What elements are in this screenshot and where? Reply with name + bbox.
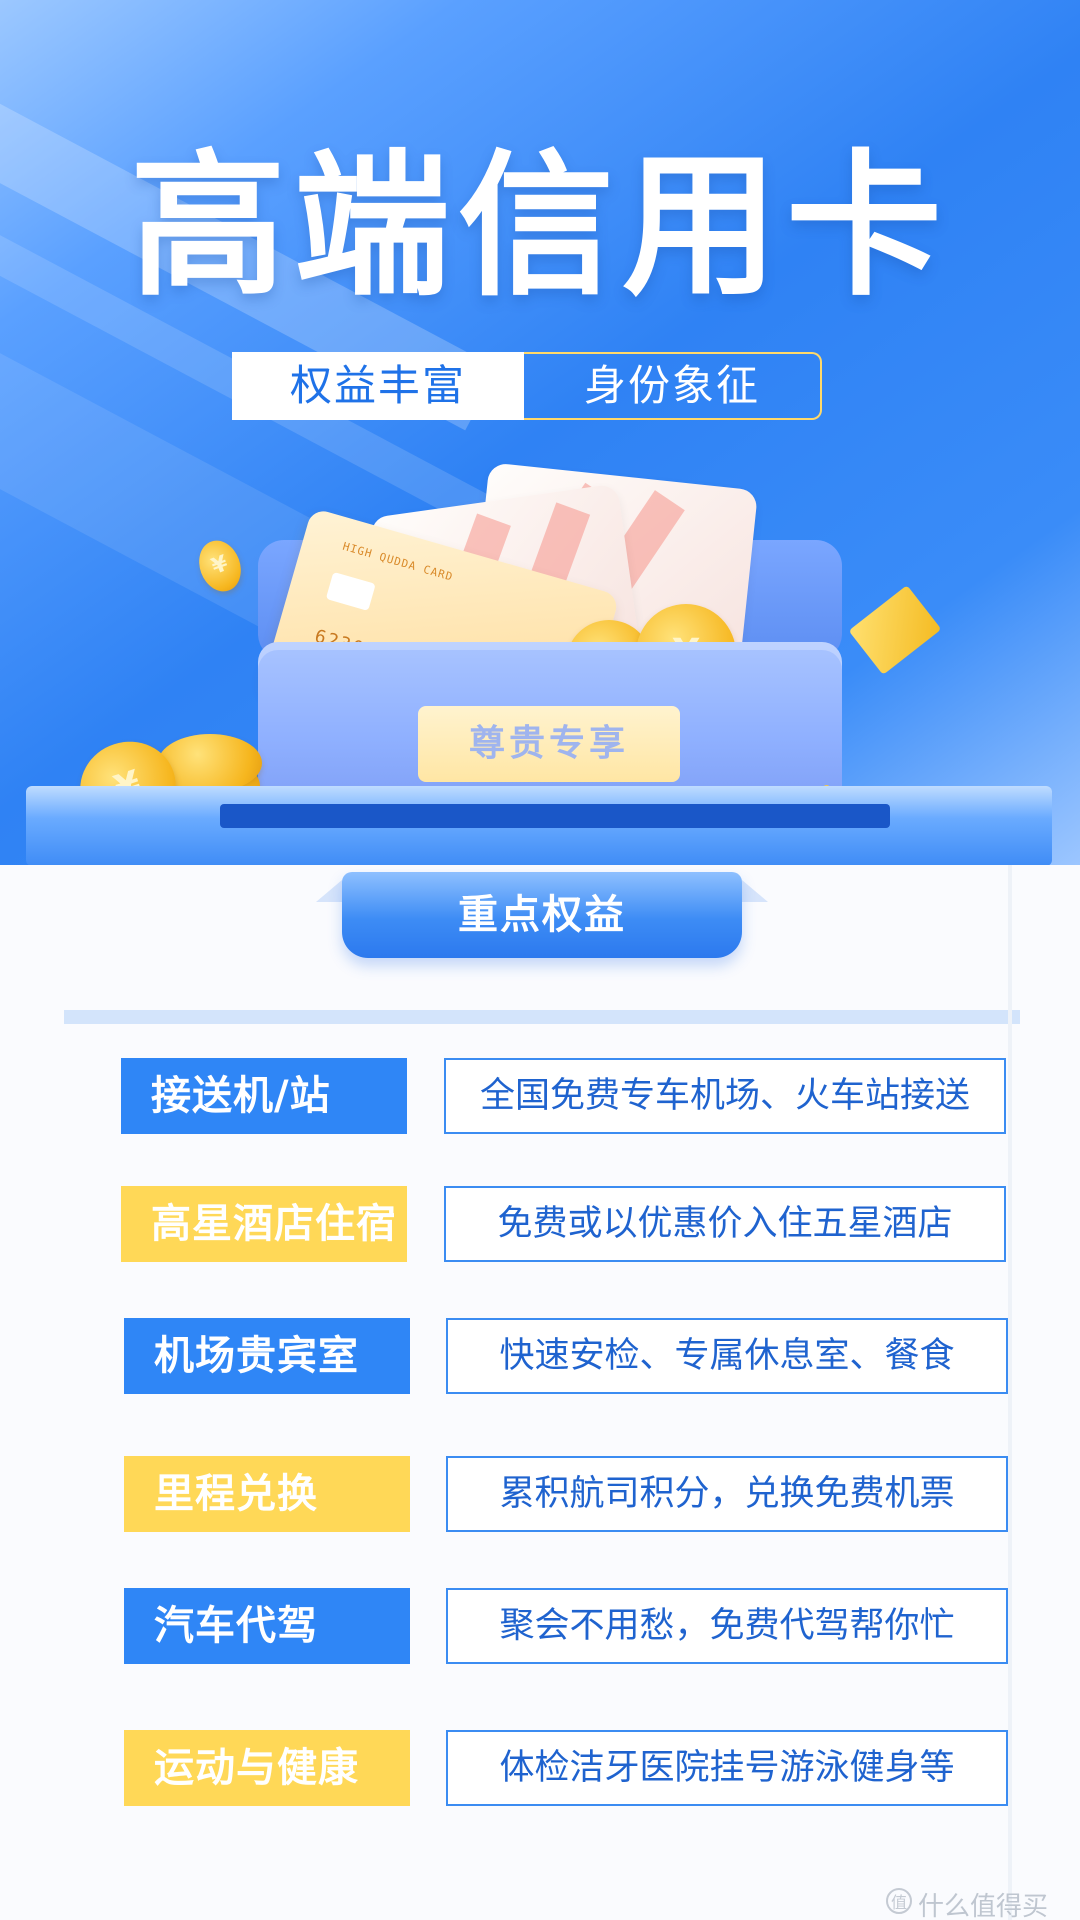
watermark-text: 什么值得买 bbox=[918, 1892, 1049, 1920]
display-shelf-slot bbox=[220, 804, 890, 828]
benefit-description: 累积航司积分，兑换免费机票 bbox=[446, 1456, 1008, 1532]
bill-icon bbox=[848, 585, 942, 675]
benefit-label: 里程兑换 bbox=[124, 1456, 410, 1532]
section-divider bbox=[64, 1010, 1020, 1024]
card-brand-text: HIGH QUDDA CARD bbox=[341, 539, 455, 584]
tag-rich-benefits: 权益丰富 bbox=[232, 352, 524, 420]
ribbon-wing bbox=[742, 880, 768, 902]
side-line bbox=[1008, 865, 1012, 1920]
hero-banner: 高端信用卡 权益丰富 身份象征 HIGH QUDDA CARD 6230 · ¥… bbox=[0, 0, 1080, 865]
watermark-logo-icon: 值 bbox=[886, 1888, 912, 1914]
benefit-description: 聚会不用愁，免费代驾帮你忙 bbox=[446, 1588, 1008, 1664]
benefit-label: 机场贵宾室 bbox=[124, 1318, 410, 1394]
benefit-description: 免费或以优惠价入住五星酒店 bbox=[444, 1186, 1006, 1262]
main-title: 高端信用卡 bbox=[130, 134, 950, 317]
page: 高端信用卡 权益丰富 身份象征 HIGH QUDDA CARD 6230 · ¥… bbox=[0, 0, 1080, 1920]
benefit-label: 高星酒店住宿 bbox=[121, 1186, 407, 1262]
benefit-description: 快速安检、专属休息室、餐食 bbox=[446, 1318, 1008, 1394]
benefit-label: 接送机/站 bbox=[121, 1058, 407, 1134]
benefit-description: 全国免费专车机场、火车站接送 bbox=[444, 1058, 1006, 1134]
card-chip-icon bbox=[325, 571, 376, 611]
wallet-label: 尊贵专享 bbox=[418, 706, 680, 782]
ribbon-wing bbox=[316, 880, 342, 902]
benefit-label: 运动与健康 bbox=[124, 1730, 410, 1806]
benefit-description: 体检洁牙医院挂号游泳健身等 bbox=[446, 1730, 1008, 1806]
section-title-ribbon: 重点权益 bbox=[342, 872, 742, 958]
benefit-label: 汽车代驾 bbox=[124, 1588, 410, 1664]
tag-identity-symbol: 身份象征 bbox=[524, 352, 822, 420]
